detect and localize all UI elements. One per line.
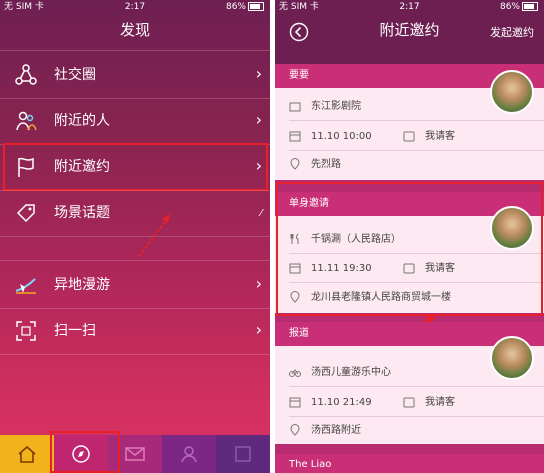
menu-label: 场景话题 [54, 205, 110, 221]
tag-icon [16, 204, 35, 223]
status-bar: 无 SIM 卡 2:17 86% [275, 0, 544, 14]
profile-icon [181, 446, 197, 463]
chevron-right-icon: › [255, 320, 262, 339]
time-row: 11.10 10:00 [289, 130, 372, 144]
home-icon [18, 445, 36, 463]
time-row: 11.10 21:49 [289, 396, 372, 410]
status-bar: 无 SIM 卡 2:17 86% [0, 0, 270, 14]
scan-icon [16, 321, 36, 341]
section-header: The Liao [275, 454, 544, 473]
battery-text: 86% [225, 2, 246, 12]
nearby-invitations-screen: 无 SIM 卡 2:17 86% 附近邀约 发起邀约 要要 东江影剧院 11.1… [275, 0, 544, 473]
more-icon [235, 446, 251, 462]
menu-label: 社交圈 [54, 67, 96, 83]
discover-screen: 无 SIM 卡 2:17 86% 发现 社交圈 › 附近的人 › 附近邀约 › … [0, 0, 270, 473]
wallet-icon [403, 131, 415, 142]
pay-row: 我请客 [403, 130, 455, 144]
battery-icon [522, 2, 538, 11]
tab-home[interactable] [0, 435, 54, 473]
battery-indicator: 86% [226, 0, 264, 14]
divider [289, 386, 544, 387]
plane-icon [15, 278, 36, 294]
calendar-icon [289, 397, 301, 408]
divider [289, 150, 544, 151]
network-icon [15, 64, 37, 85]
tab-more[interactable] [216, 435, 270, 473]
tab-profile[interactable] [162, 435, 216, 473]
highlight-box [3, 143, 268, 191]
battery-icon [248, 2, 264, 11]
mail-icon [125, 447, 145, 461]
address-text: 先烈路 [311, 159, 341, 170]
location-icon [290, 158, 300, 170]
calendar-icon [289, 131, 301, 142]
address-row: 汤西路附近 [289, 424, 361, 438]
menu-item-roaming[interactable]: 异地漫游 › [0, 262, 270, 308]
people-icon [16, 111, 37, 131]
chevron-right-icon: › [255, 64, 262, 83]
location-icon [290, 424, 300, 436]
address-text: 汤西路附近 [311, 425, 361, 436]
divider [289, 416, 544, 417]
battery-text: 86% [499, 2, 520, 12]
menu-label: 扫一扫 [54, 323, 96, 339]
loading-indicator: ⁄ [260, 208, 262, 219]
wallet-icon [403, 397, 415, 408]
pay-row: 我请客 [403, 396, 455, 410]
divider [0, 260, 270, 261]
time-text: 11.10 21:49 [311, 397, 372, 408]
divider [0, 354, 270, 355]
building-icon [289, 102, 301, 112]
page-title: 发现 [119, 21, 150, 39]
bicycle-icon [289, 369, 301, 377]
place-text: 汤西儿童游乐中心 [311, 367, 391, 378]
address-row: 先烈路 [289, 158, 341, 172]
place-text: 东江影剧院 [311, 101, 361, 112]
menu-item-nearby-people[interactable]: 附近的人 › [0, 98, 270, 144]
chevron-right-icon: › [255, 110, 262, 129]
highlight-box [50, 431, 120, 473]
create-invitation-button[interactable]: 发起邀约 [490, 24, 534, 40]
place-row: 汤西儿童游乐中心 [289, 366, 391, 380]
pay-text: 我请客 [425, 397, 455, 408]
battery-indicator: 86% [500, 0, 538, 14]
divider [289, 120, 544, 121]
menu-label: 附近的人 [54, 113, 110, 129]
tab-bar [0, 435, 270, 473]
divider [0, 50, 270, 51]
pay-text: 我请客 [425, 131, 455, 142]
menu-label: 异地漫游 [54, 277, 110, 293]
highlight-box [276, 182, 543, 316]
avatar [490, 70, 534, 114]
time-text: 11.10 10:00 [311, 131, 372, 142]
annotation-arrow [138, 214, 170, 257]
menu-item-scan[interactable]: 扫一扫 › [0, 308, 270, 354]
avatar [490, 336, 534, 380]
place-row: 东江影剧院 [289, 100, 361, 114]
chevron-right-icon: › [255, 274, 262, 293]
menu-item-social-circle[interactable]: 社交圈 › [0, 52, 270, 98]
